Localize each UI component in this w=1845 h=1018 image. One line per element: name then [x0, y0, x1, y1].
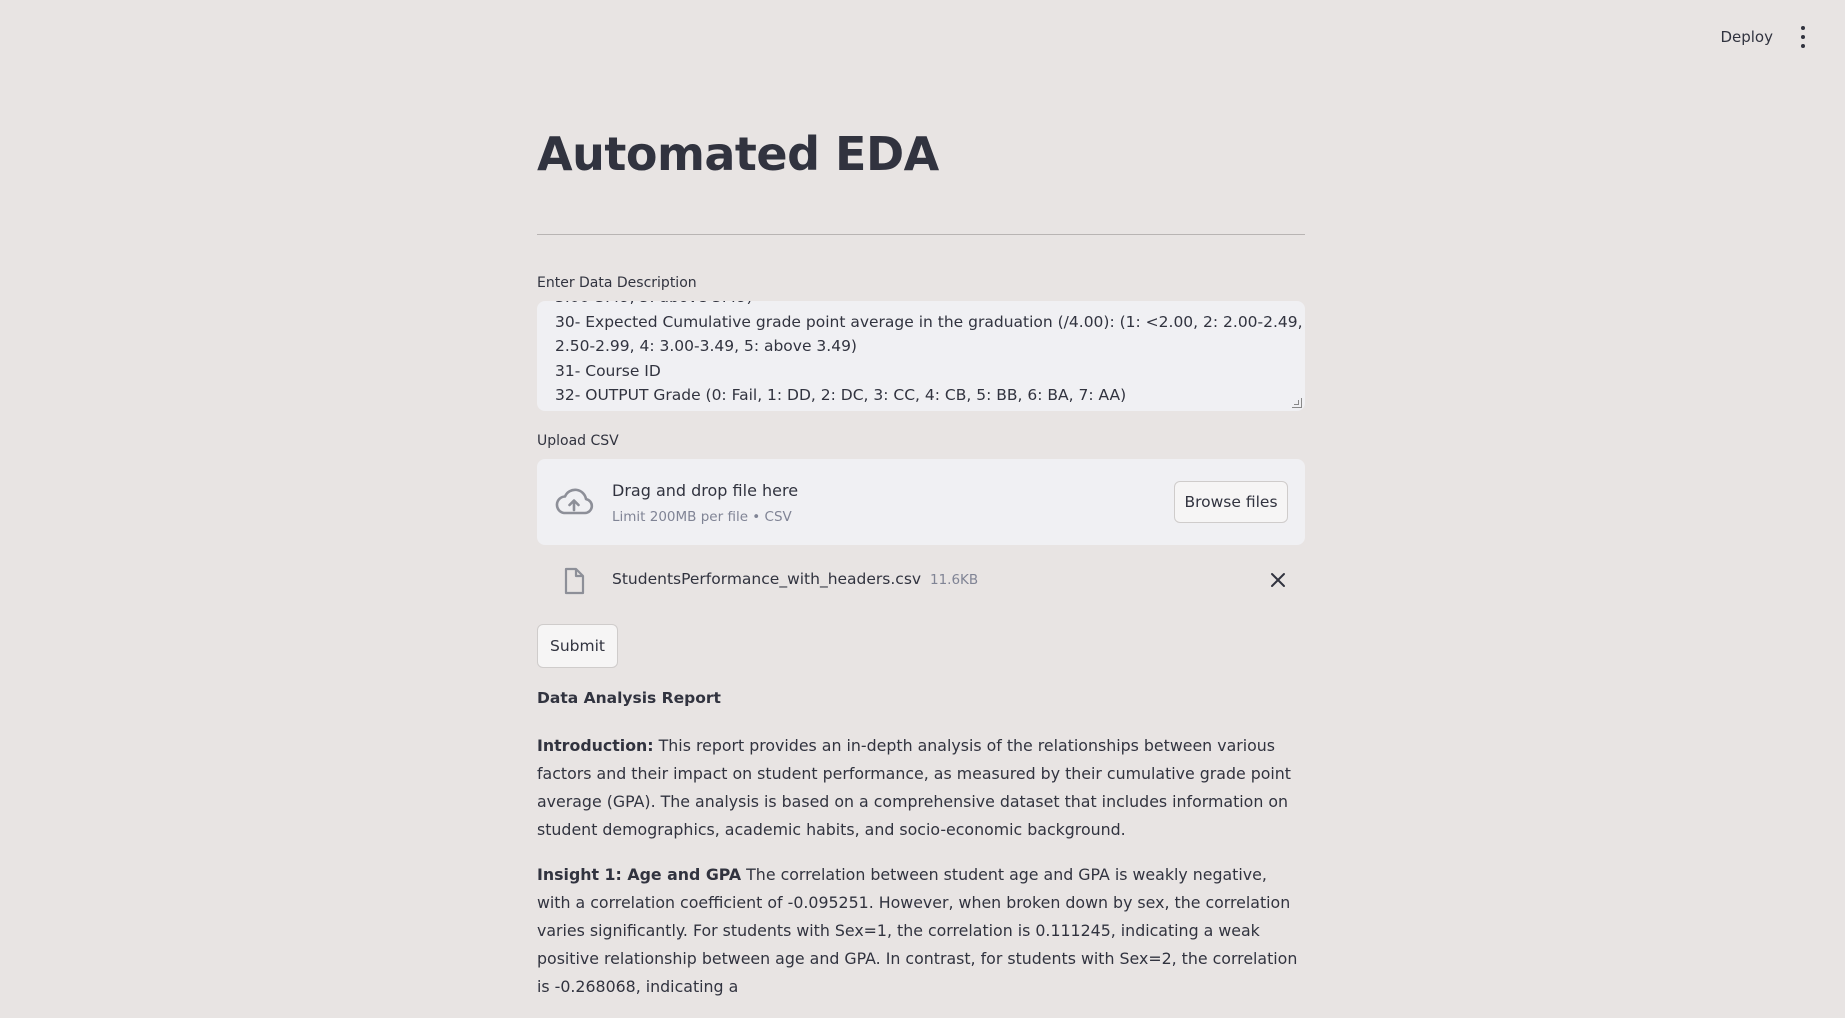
file-size: 11.6KB — [930, 572, 979, 588]
resize-handle-icon[interactable] — [1292, 398, 1302, 408]
description-label: Enter Data Description — [537, 275, 697, 291]
file-name: StudentsPerformance_with_headers.csv — [612, 570, 922, 588]
description-line: 31- Course ID — [555, 361, 661, 380]
description-textarea[interactable]: 3.00-3.49, 5: above 3.49) 30- Expected C… — [537, 301, 1305, 411]
insight-1-text: The correlation between student age and … — [537, 865, 1298, 996]
page-title: Automated EDA — [537, 127, 939, 181]
upload-label: Upload CSV — [537, 433, 619, 449]
description-line: 30- Expected Cumulative grade point aver… — [555, 312, 1305, 331]
report-body: Introduction: This report provides an in… — [537, 732, 1305, 1018]
deploy-button[interactable]: Deploy — [1720, 28, 1773, 46]
description-line: 32- OUTPUT Grade (0: Fail, 1: DD, 2: DC,… — [555, 386, 1127, 404]
dropzone-subtitle: Limit 200MB per file • CSV — [612, 509, 792, 525]
divider — [537, 234, 1305, 235]
description-line: 3.00-3.49, 5: above 3.49) — [555, 301, 1281, 310]
description-text: 3.00-3.49, 5: above 3.49) 30- Expected C… — [555, 301, 1305, 408]
submit-button[interactable]: Submit — [537, 624, 618, 668]
dropzone-title: Drag and drop file here — [612, 481, 799, 500]
report-intro: Introduction: This report provides an in… — [537, 732, 1305, 844]
description-line: 2.50-2.99, 4: 3.00-3.49, 5: above 3.49) — [555, 337, 857, 355]
top-bar: Deploy — [0, 0, 1845, 74]
intro-heading: Introduction: — [537, 736, 654, 755]
uploaded-file-row: StudentsPerformance_with_headers.csv 11.… — [537, 563, 1305, 599]
browse-files-button[interactable]: Browse files — [1174, 481, 1288, 523]
kebab-dot — [1801, 44, 1805, 48]
file-icon — [564, 567, 585, 595]
kebab-dot — [1801, 35, 1805, 39]
kebab-dot — [1801, 26, 1805, 30]
file-dropzone[interactable]: Drag and drop file here Limit 200MB per … — [537, 459, 1305, 545]
close-icon[interactable] — [1270, 572, 1286, 588]
insight-1-heading: Insight 1: Age and GPA — [537, 865, 742, 884]
report-insight-1: Insight 1: Age and GPA The correlation b… — [537, 861, 1305, 1001]
cloud-upload-icon — [555, 488, 594, 515]
kebab-menu-icon[interactable] — [1797, 26, 1809, 48]
report-title: Data Analysis Report — [537, 689, 721, 707]
